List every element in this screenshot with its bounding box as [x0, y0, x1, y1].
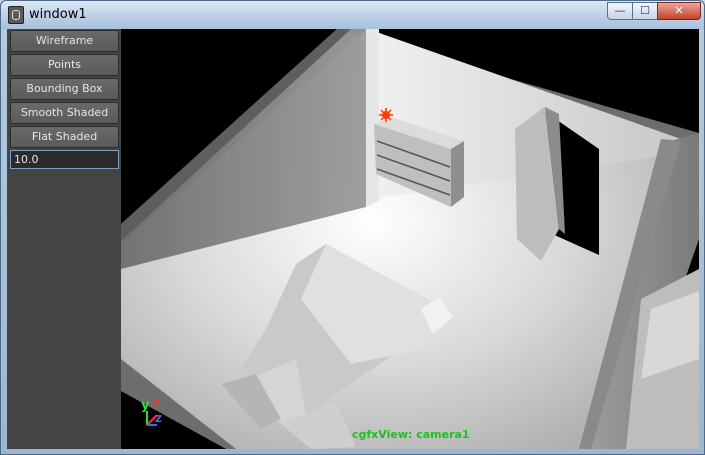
app-window: window1 — ☐ ✕ Wireframe Points Bounding …	[0, 0, 705, 455]
minimize-button[interactable]: —	[607, 2, 633, 20]
axis-indicator: y x z	[137, 395, 177, 435]
app-icon	[8, 6, 24, 24]
camera-label: cgfxView: camera1	[352, 428, 470, 441]
bounding-box-button[interactable]: Bounding Box	[10, 78, 119, 100]
flat-shaded-button[interactable]: Flat Shaded	[10, 126, 119, 148]
client-area: Wireframe Points Bounding Box Smooth Sha…	[7, 29, 699, 449]
3d-viewport[interactable]: y x z cgfxView: camera1	[121, 29, 699, 449]
window-title: window1	[29, 7, 87, 22]
shading-panel: Wireframe Points Bounding Box Smooth Sha…	[7, 29, 121, 449]
maximize-button[interactable]: ☐	[632, 2, 658, 20]
points-button[interactable]: Points	[10, 54, 119, 76]
close-button[interactable]: ✕	[657, 2, 701, 20]
axis-lines	[146, 411, 158, 426]
value-field[interactable]: 10.0	[10, 150, 119, 169]
light-source-icon[interactable]	[379, 108, 393, 122]
x-axis-label: x	[153, 397, 160, 408]
room-scene	[121, 29, 699, 449]
title-bar[interactable]: window1 — ☐ ✕	[1, 1, 704, 29]
wireframe-button[interactable]: Wireframe	[10, 30, 119, 52]
smooth-shaded-button[interactable]: Smooth Shaded	[10, 102, 119, 124]
